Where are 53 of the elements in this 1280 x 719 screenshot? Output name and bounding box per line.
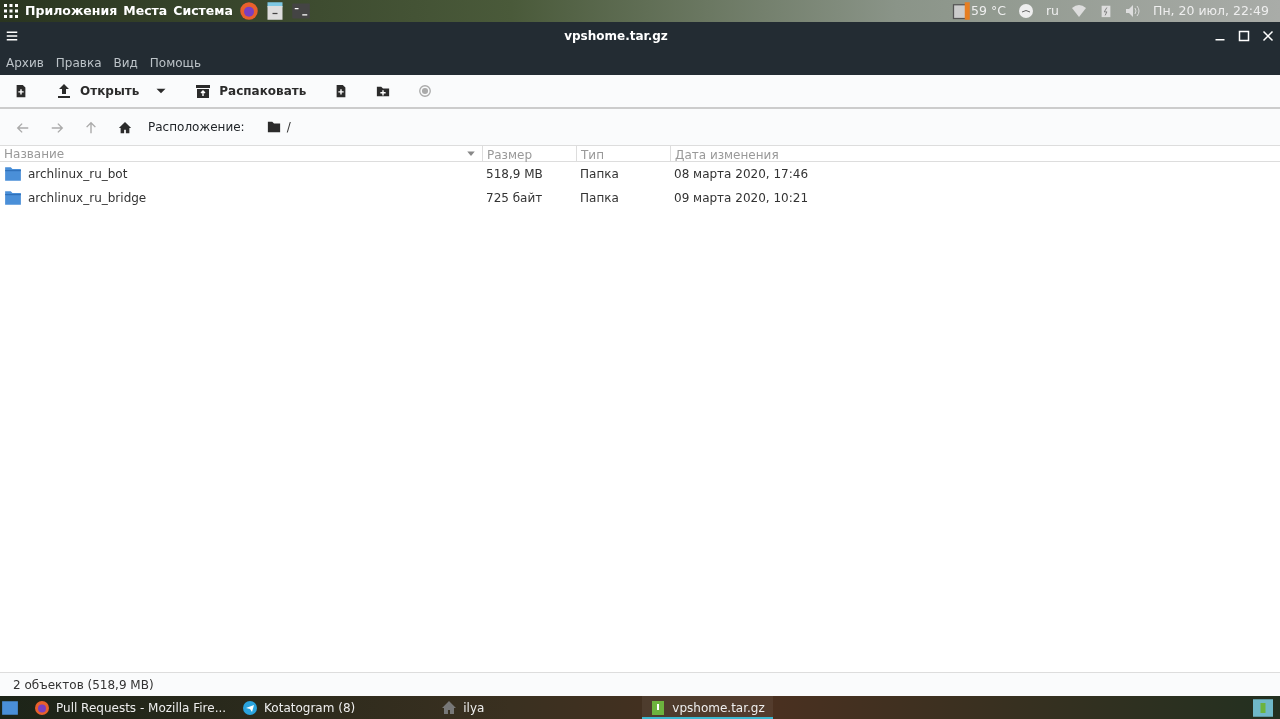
location-label: Расположение: bbox=[148, 119, 245, 136]
status-text: 2 объектов (518,9 MB) bbox=[13, 676, 154, 694]
record-icon bbox=[418, 84, 433, 98]
archive-icon bbox=[195, 83, 212, 99]
close-icon[interactable] bbox=[1262, 30, 1274, 42]
back-icon bbox=[16, 120, 30, 135]
forward-icon bbox=[50, 120, 64, 135]
file-name[interactable]: archlinux_ru_bot bbox=[28, 165, 128, 183]
cloud-icon[interactable] bbox=[1017, 3, 1034, 19]
desktop-icon[interactable] bbox=[0, 698, 20, 717]
table-cell-text: 08 марта 2020, 17:46 bbox=[673, 166, 809, 183]
toolbar-button[interactable]: Распаковать bbox=[187, 78, 315, 104]
taskbar-item[interactable]: ilya bbox=[433, 696, 493, 719]
up-icon bbox=[84, 120, 98, 135]
archive-icon bbox=[650, 699, 667, 716]
browser-icon bbox=[34, 699, 50, 716]
column-title: Название bbox=[4, 145, 65, 163]
table-cell-text: 09 марта 2020, 10:21 bbox=[673, 190, 809, 207]
table-cell-text: 725 байт bbox=[485, 190, 544, 207]
maximize-icon[interactable] bbox=[1238, 30, 1250, 42]
upload-icon bbox=[56, 83, 72, 99]
home-icon bbox=[118, 120, 132, 135]
taskbar-item[interactable]: Kotatogram (8) bbox=[234, 696, 364, 719]
terminal-icon[interactable] bbox=[291, 1, 311, 21]
table-cell-text: Папка bbox=[579, 166, 620, 183]
home-icon bbox=[441, 699, 458, 716]
taskbar-item[interactable]: Pull Requests - Mozilla Fire... bbox=[26, 696, 235, 719]
folder-icon bbox=[4, 189, 22, 207]
folder-icon bbox=[266, 120, 281, 134]
window-title: vpshome.tar.gz bbox=[563, 28, 669, 45]
temperature-reading: 59 °C bbox=[971, 1, 1006, 20]
chat-icon bbox=[242, 699, 259, 716]
thermometer-icon bbox=[951, 1, 972, 21]
menu-item[interactable]: Правка bbox=[55, 53, 102, 72]
apps-grid-icon[interactable] bbox=[3, 3, 19, 19]
menu-item[interactable]: Помощь bbox=[149, 53, 201, 72]
menu-icon[interactable] bbox=[6, 30, 18, 42]
table-cell-text: 518,9 MB bbox=[485, 166, 544, 183]
browser-icon[interactable] bbox=[239, 1, 259, 21]
file-manager-icon[interactable] bbox=[265, 1, 285, 21]
menu-item[interactable]: Вид bbox=[113, 53, 138, 72]
table-cell-text: Папка bbox=[579, 190, 620, 207]
toolbar-button[interactable]: Открыть bbox=[48, 78, 148, 104]
panel-menu[interactable]: Приложения bbox=[25, 1, 118, 21]
panel-menu[interactable]: Система bbox=[173, 1, 233, 21]
folder-icon bbox=[4, 165, 22, 183]
path-button[interactable]: / bbox=[256, 114, 301, 140]
file-name[interactable]: archlinux_ru_bridge bbox=[28, 189, 147, 207]
taskbar-item[interactable]: vpshome.tar.gz bbox=[642, 696, 773, 719]
new-file-icon bbox=[14, 84, 28, 98]
panel-menu[interactable]: Места bbox=[123, 1, 168, 21]
menu-item[interactable]: Архив bbox=[6, 53, 44, 72]
add-folder-icon bbox=[376, 84, 391, 98]
